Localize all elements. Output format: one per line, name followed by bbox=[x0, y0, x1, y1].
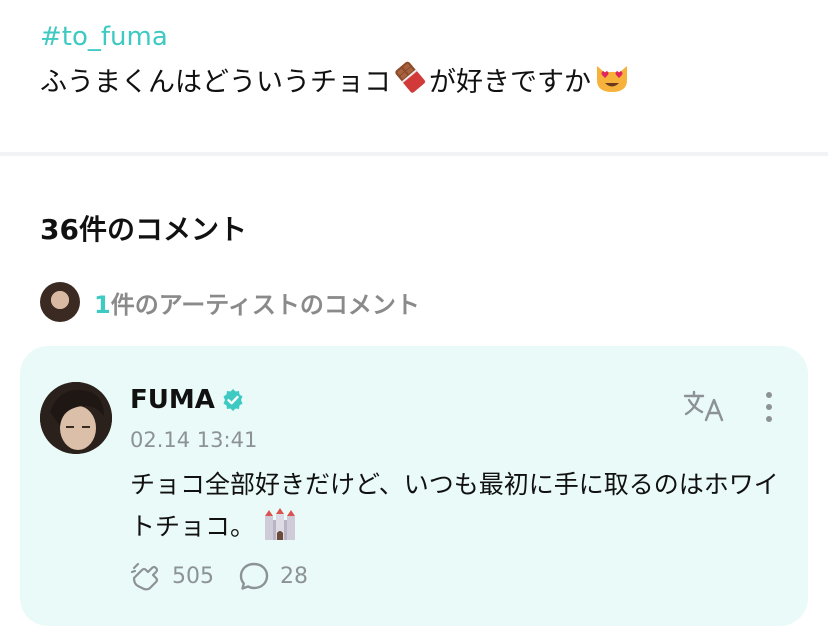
castle-icon bbox=[263, 507, 297, 549]
post-text: ふうまくんはどういうチョコ bbox=[40, 67, 391, 98]
comment-bubble-icon bbox=[239, 562, 269, 590]
heart-eyes-cat-icon bbox=[593, 60, 631, 106]
hashtag-link[interactable]: #to_fuma bbox=[40, 18, 800, 56]
artist-comments-filter[interactable]: 1件のアーティストのコメント bbox=[40, 282, 420, 322]
comments-count-title: 36件のコメント bbox=[40, 213, 247, 246]
chocolate-bar-icon bbox=[393, 60, 427, 106]
reply-button[interactable]: 28 bbox=[238, 560, 308, 592]
more-options-icon[interactable] bbox=[762, 390, 776, 424]
like-count: 505 bbox=[172, 563, 214, 589]
comment-actions: 505 28 bbox=[130, 560, 332, 592]
author-row: FUMA bbox=[130, 384, 245, 416]
avatar[interactable] bbox=[40, 382, 112, 454]
comment-timestamp: 02.14 13:41 bbox=[130, 428, 258, 452]
artist-avatar-small bbox=[40, 282, 80, 322]
like-button[interactable]: 505 bbox=[130, 560, 214, 592]
artist-comments-label: 1件のアーティストのコメント bbox=[94, 285, 420, 320]
comment-body: チョコ全部好きだけど、いつも最初に手に取るのはホワイトチョコ。 bbox=[130, 470, 779, 541]
artist-comments-text: 件のアーティストのコメント bbox=[110, 290, 420, 319]
reply-count: 28 bbox=[280, 563, 308, 589]
artist-comment-card: FUMA 02.14 13:41 チョコ全部好きだけど、いつも最初に手に取るのは… bbox=[20, 346, 808, 626]
like-icon bbox=[130, 562, 159, 591]
section-divider bbox=[0, 152, 828, 156]
translate-icon[interactable] bbox=[682, 388, 726, 424]
author-name[interactable]: FUMA bbox=[130, 384, 215, 416]
artist-comments-number: 1 bbox=[94, 290, 111, 319]
verified-badge-icon bbox=[223, 389, 243, 411]
comment-text: チョコ全部好きだけど、いつも最初に手に取るのはホワイトチョコ。 bbox=[130, 464, 790, 549]
post-text-2: が好きですか bbox=[429, 67, 591, 98]
post-body: ふうまくんはどういうチョコ が好きですか bbox=[40, 60, 800, 106]
post: #to_fuma ふうまくんはどういうチョコ が好きですか bbox=[40, 18, 800, 106]
